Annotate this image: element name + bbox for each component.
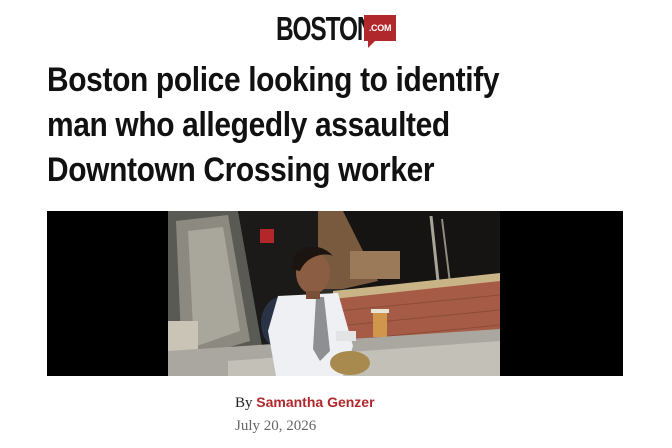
headline-line-1: Boston police looking to identify bbox=[47, 61, 500, 99]
logo-badge-text: .COM bbox=[368, 23, 392, 33]
headline-line-2: man who allegedly assaulted bbox=[47, 106, 450, 144]
publish-date: July 20, 2026 bbox=[235, 418, 317, 434]
article-image[interactable] bbox=[47, 211, 623, 376]
author-link[interactable]: Samantha Genzer bbox=[256, 394, 374, 410]
headline-line-3: Downtown Crossing worker bbox=[47, 151, 435, 189]
logo-badge: .COM bbox=[364, 15, 396, 48]
boston-com-logo[interactable]: BOSTON .COM bbox=[276, 10, 396, 48]
article-headline: Boston police looking to identify man wh… bbox=[47, 58, 628, 193]
byline: By Samantha Genzer bbox=[235, 394, 375, 412]
surveillance-photo bbox=[168, 211, 500, 376]
byline-prefix: By bbox=[235, 395, 253, 411]
logo-wordmark: BOSTON bbox=[276, 10, 374, 47]
